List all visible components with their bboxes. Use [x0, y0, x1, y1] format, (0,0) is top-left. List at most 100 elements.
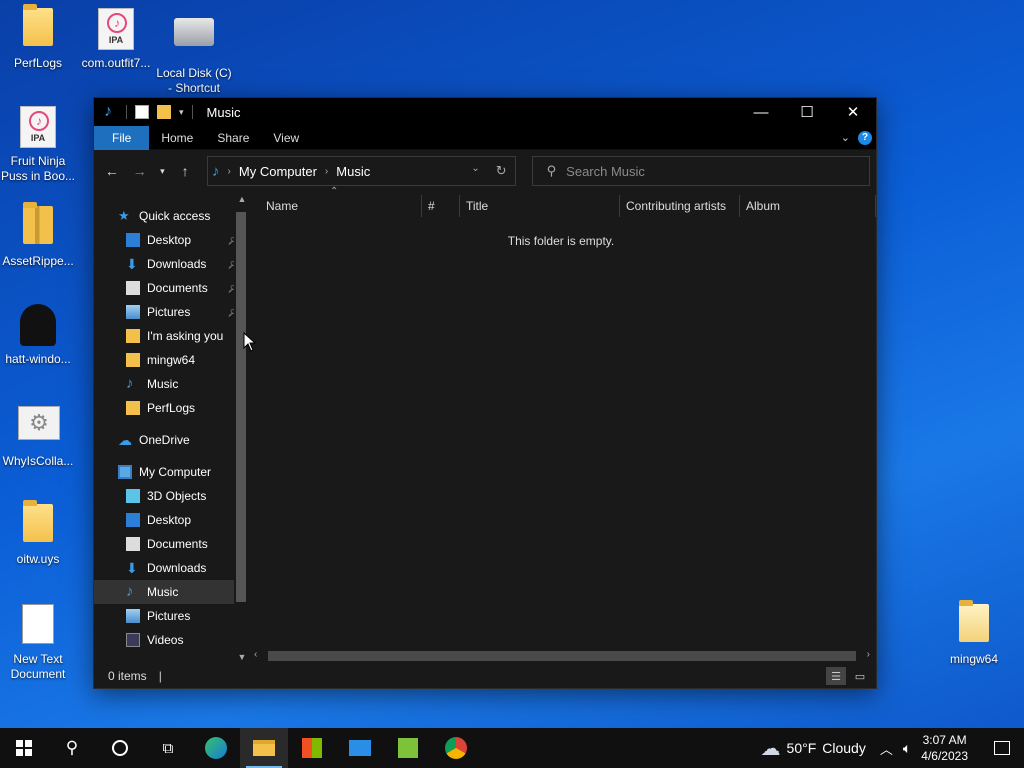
desktop-icon-fruit-ninja[interactable]: ♪ IPA Fruit Ninja Puss in Boo...	[0, 106, 76, 184]
nav-label: Desktop	[147, 233, 192, 247]
nav-item-videos-pc[interactable]: Videos	[94, 628, 246, 652]
volume-icon[interactable]: 🔈︎	[903, 740, 911, 757]
nav-label: Videos	[147, 633, 184, 647]
tab-share[interactable]: Share	[205, 126, 261, 150]
mouse-cursor-icon	[243, 332, 257, 352]
navigation-pane[interactable]: ★ Quick access Desktop 📌︎ ⬇ Downloads 📌︎…	[94, 192, 246, 664]
horizontal-scrollbar[interactable]: ‹ ›	[252, 648, 872, 664]
taskbar-edge[interactable]	[192, 728, 240, 768]
desktop-icon-mingw64[interactable]: mingw64	[936, 600, 1012, 667]
taskbar-chrome[interactable]	[432, 728, 480, 768]
clock[interactable]: 3:07 AM 4/6/2023	[921, 732, 968, 764]
desktop-icon	[126, 513, 140, 527]
column-header-album[interactable]: Album	[740, 194, 876, 217]
up-button[interactable]: ↑	[173, 159, 197, 183]
expand-ribbon-chevron-icon[interactable]: ⌄	[841, 131, 850, 144]
nav-item-my-computer[interactable]: My Computer	[94, 460, 246, 484]
tab-home[interactable]: Home	[149, 126, 205, 150]
back-button[interactable]: ←	[100, 159, 124, 183]
column-header-name[interactable]: Name	[260, 194, 422, 217]
nav-item-3d-objects[interactable]: 3D Objects	[94, 484, 246, 508]
nav-item-quick-access[interactable]: ★ Quick access	[94, 204, 246, 228]
tab-file[interactable]: File	[94, 125, 150, 150]
taskbar-mail[interactable]	[336, 728, 384, 768]
nav-item-downloads-pc[interactable]: ⬇ Downloads	[94, 556, 246, 580]
nav-item-mingw64[interactable]: mingw64	[94, 348, 246, 372]
search-box[interactable]: ⚲	[531, 156, 871, 186]
nav-item-documents[interactable]: Documents 📌︎	[94, 276, 246, 300]
breadcrumb-music[interactable]: Music	[336, 164, 370, 179]
nav-item-perflogs[interactable]: PerfLogs	[94, 396, 246, 420]
weather-widget[interactable]: ☁ 50°F Cloudy	[761, 736, 866, 761]
folder-icon	[18, 4, 58, 52]
forward-button[interactable]: →	[128, 159, 152, 183]
folder-icon	[126, 353, 140, 367]
help-icon[interactable]: ?	[858, 130, 872, 145]
new-folder-icon[interactable]	[157, 105, 171, 119]
customize-toolbar-chevron-icon[interactable]: ▾	[179, 107, 184, 118]
maximize-button[interactable]: ☐	[784, 98, 830, 126]
search-input[interactable]	[566, 163, 847, 179]
action-center-button[interactable]	[980, 728, 1024, 768]
desktop-icon-perflogs[interactable]: PerfLogs	[0, 4, 76, 71]
column-header-title[interactable]: Title	[460, 194, 620, 217]
nav-item-desktop-pc[interactable]: Desktop	[94, 508, 246, 532]
desktop-icon-assetripper[interactable]: AssetRippe...	[0, 202, 76, 269]
nav-scrollbar[interactable]: ▲ ▼	[234, 192, 246, 664]
cloud-icon: ☁	[118, 432, 132, 448]
desktop-icon-oitw[interactable]: oitw.uys	[0, 500, 76, 567]
start-button[interactable]	[0, 728, 48, 768]
clock-time: 3:07 AM	[922, 733, 967, 747]
nav-item-pictures[interactable]: Pictures 📌︎	[94, 300, 246, 324]
taskbar-file-explorer[interactable]	[240, 728, 288, 768]
desktop-icon-new-text-document[interactable]: New Text Document	[0, 604, 76, 682]
status-bar: 0 items | ☰ ▭	[94, 664, 876, 688]
desktop-icon-whyiscollab[interactable]: ⚙ WhyIsColla...	[0, 406, 76, 469]
desktop-icon-local-disk-shortcut[interactable]: Local Disk (C) - Shortcut	[156, 8, 232, 96]
nav-item-music-pc[interactable]: ♪ Music	[94, 580, 246, 604]
details-view-button[interactable]: ☰	[826, 667, 846, 685]
minimize-button[interactable]: —	[738, 98, 784, 126]
video-icon	[126, 633, 140, 647]
scroll-left-icon[interactable]: ‹	[254, 649, 257, 660]
windows-logo-icon	[16, 740, 32, 756]
tab-view[interactable]: View	[261, 126, 311, 150]
nav-item-onedrive[interactable]: ☁ OneDrive	[94, 428, 246, 452]
address-toolbar: ← → ▾ ↑ ♪ › My Computer › Music ⌄ ↻ ⚲	[94, 150, 876, 192]
nav-item-music-quick[interactable]: ♪ Music	[94, 372, 246, 396]
nav-item-downloads[interactable]: ⬇ Downloads 📌︎	[94, 252, 246, 276]
scroll-up-icon[interactable]: ▲	[234, 194, 246, 204]
empty-folder-message: This folder is empty.	[507, 234, 615, 248]
horizontal-scrollbar-thumb[interactable]	[268, 651, 856, 661]
column-header-track-number[interactable]: #	[422, 194, 460, 217]
taskbar-store[interactable]	[288, 728, 336, 768]
address-dropdown-chevron-icon[interactable]: ⌄	[471, 163, 479, 179]
nav-scrollbar-thumb[interactable]	[236, 212, 246, 602]
breadcrumb-my-computer[interactable]: My Computer	[239, 164, 317, 179]
taskbar-green-app[interactable]	[384, 728, 432, 768]
file-list-pane[interactable]: Name # Title Contributing artists Album …	[246, 186, 876, 664]
address-bar[interactable]: ♪ › My Computer › Music ⌄ ↻	[207, 156, 516, 186]
recent-locations-chevron-icon[interactable]: ▾	[155, 159, 169, 183]
desktop-icon-com-outfit7[interactable]: ♪ IPA com.outfit7...	[78, 8, 154, 71]
close-button[interactable]: ✕	[830, 98, 876, 126]
task-view-button[interactable]: ⧉	[144, 728, 192, 768]
nav-item-desktop[interactable]: Desktop 📌︎	[94, 228, 246, 252]
show-hidden-icons-chevron-icon[interactable]: ︿	[880, 739, 893, 758]
scroll-down-icon[interactable]: ▼	[234, 652, 246, 662]
title-bar[interactable]: ♪ ▾ Music — ☐ ✕	[94, 98, 876, 126]
cortana-button[interactable]	[96, 728, 144, 768]
search-taskbar-button[interactable]: ⚲	[48, 728, 96, 768]
store-bag-icon	[302, 738, 322, 758]
column-header-contributing-artists[interactable]: Contributing artists	[620, 194, 740, 217]
desktop-icon-hatt-windows[interactable]: hatt-windo...	[0, 304, 76, 367]
nav-item-pictures-pc[interactable]: Pictures	[94, 604, 246, 628]
nav-item-im-asking-you[interactable]: I'm asking you	[94, 324, 246, 348]
properties-icon[interactable]	[135, 105, 149, 119]
desktop-icon-label: hatt-windo...	[5, 352, 71, 366]
scroll-right-icon[interactable]: ›	[867, 649, 870, 660]
large-icons-view-button[interactable]: ▭	[850, 667, 870, 685]
nav-item-documents-pc[interactable]: Documents	[94, 532, 246, 556]
refresh-icon[interactable]: ↻	[496, 163, 507, 179]
sort-ascending-icon: ⌃	[330, 186, 339, 197]
